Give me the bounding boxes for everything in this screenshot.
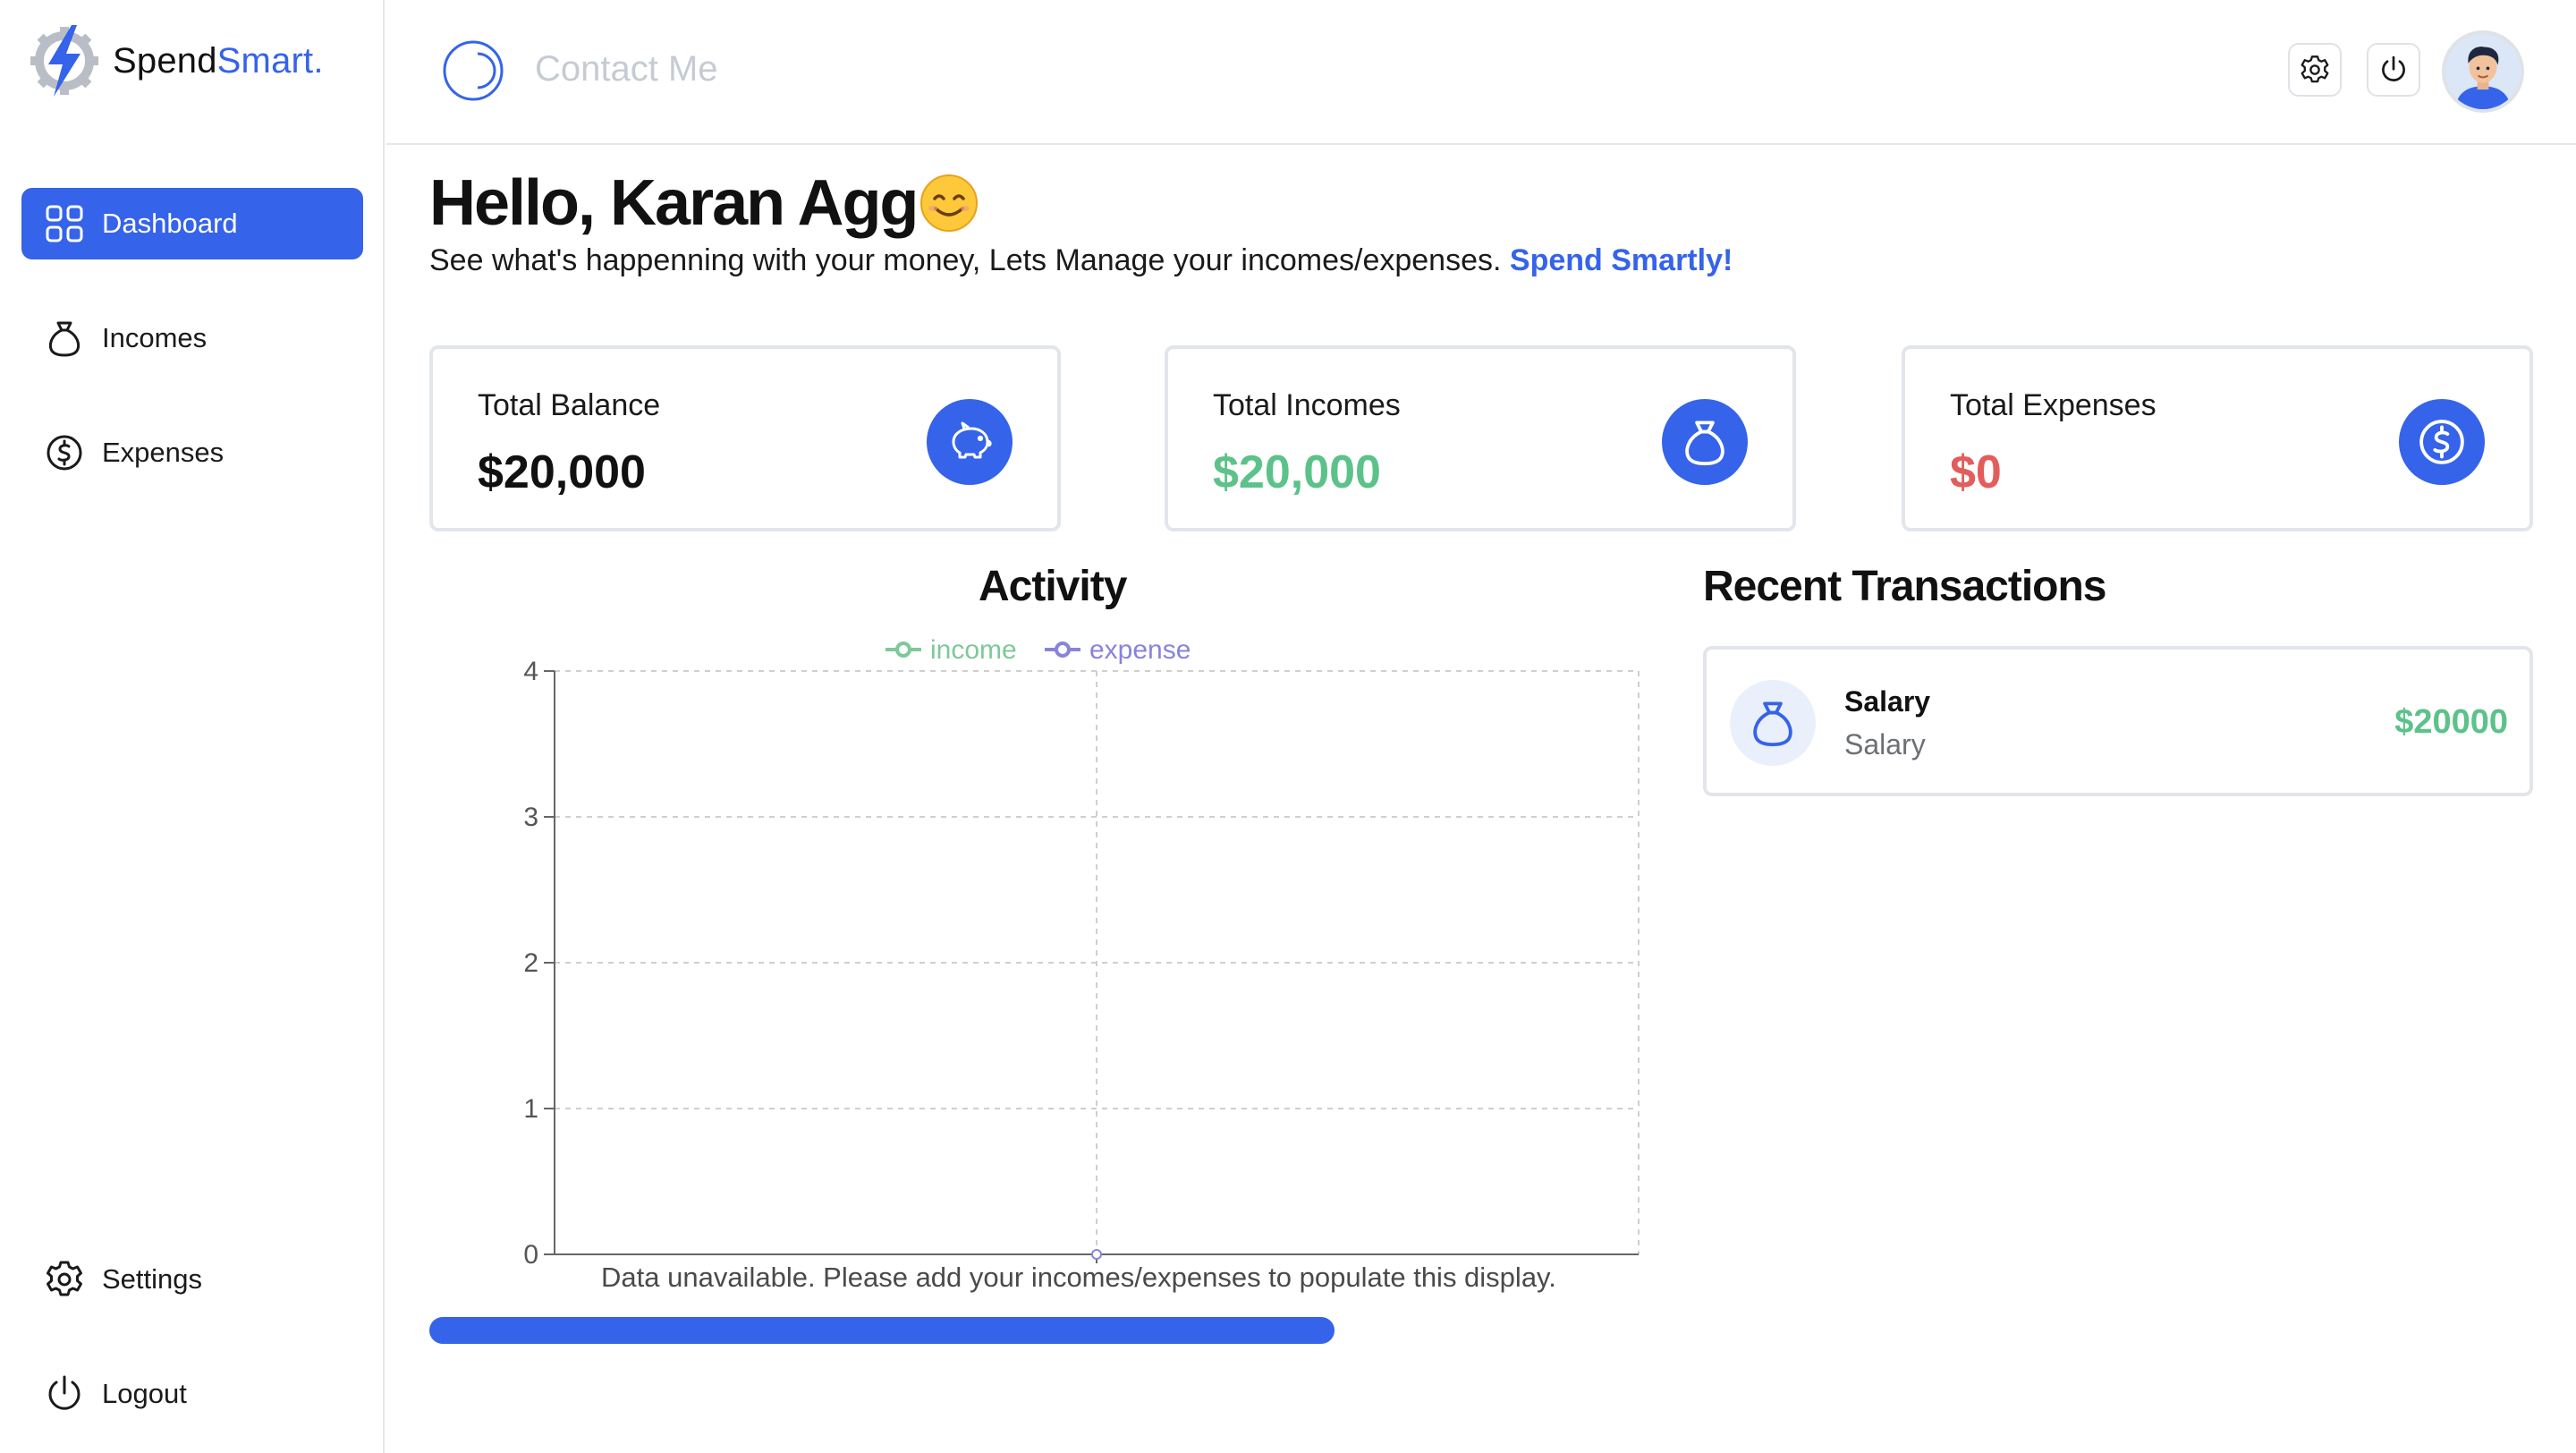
y-tick-label: 0 bbox=[523, 1240, 538, 1270]
legend-label: expense bbox=[1089, 635, 1191, 665]
dollar-circle-icon bbox=[2419, 420, 2464, 464]
sidebar-item-label: Expenses bbox=[102, 437, 225, 468]
gear-icon bbox=[47, 1261, 82, 1296]
y-tick-label: 4 bbox=[523, 657, 538, 686]
logo-icon bbox=[30, 25, 98, 97]
piggy-bank-icon bbox=[952, 421, 992, 459]
money-bag-icon bbox=[1753, 701, 1792, 747]
power-icon bbox=[2382, 55, 2405, 81]
logout-button[interactable] bbox=[2367, 43, 2420, 97]
sidebar-item-expenses[interactable]: Expenses bbox=[21, 417, 363, 489]
sidebar: SpendSmart. Dashboard Incomes Expenses S… bbox=[0, 0, 385, 1453]
gear-icon bbox=[2301, 55, 2329, 83]
page-title: Hello, Karan Agg bbox=[429, 166, 979, 240]
top-header: Contact Me bbox=[386, 0, 2576, 145]
activity-title: Activity bbox=[979, 563, 1127, 610]
power-icon bbox=[48, 1375, 80, 1410]
avatar-illustration bbox=[2445, 34, 2521, 109]
sidebar-item-logout[interactable]: Logout bbox=[21, 1358, 363, 1430]
total-expenses-card: Total Expenses $0 bbox=[1902, 345, 2533, 531]
transaction-amount: $20000 bbox=[2394, 703, 2508, 741]
transaction-name: Salary bbox=[1844, 685, 1931, 718]
total-balance-card: Total Balance $20,000 bbox=[429, 345, 1061, 531]
contact-icon bbox=[443, 40, 504, 101]
empty-chart-message: Data unavailable. Please add your income… bbox=[601, 1262, 1556, 1293]
legend-label: income bbox=[930, 635, 1017, 665]
sidebar-item-incomes[interactable]: Incomes bbox=[21, 302, 363, 374]
y-tick-label: 2 bbox=[523, 948, 538, 978]
money-bag-icon bbox=[1685, 421, 1724, 466]
empty-data-point bbox=[1091, 1249, 1102, 1260]
activity-chart: 0 1 2 3 4 income expense bbox=[523, 635, 1640, 1270]
contact-me-link[interactable]: Contact Me bbox=[535, 49, 718, 89]
card-value: $20,000 bbox=[478, 446, 646, 498]
card-title: Total Expenses bbox=[1950, 388, 2157, 422]
settings-button[interactable] bbox=[2288, 43, 2342, 97]
card-title: Total Balance bbox=[478, 388, 661, 422]
card-icon-circle bbox=[2399, 399, 2485, 485]
dollar-circle-icon bbox=[47, 435, 82, 471]
legend-swatch-dot bbox=[1055, 642, 1071, 658]
user-avatar[interactable] bbox=[2442, 30, 2524, 113]
card-icon-circle bbox=[1662, 399, 1748, 485]
brand-name: SpendSmart. bbox=[113, 40, 324, 81]
grid-icon bbox=[46, 205, 83, 242]
sidebar-item-label: Settings bbox=[102, 1263, 203, 1295]
sidebar-item-label: Logout bbox=[102, 1378, 187, 1409]
greeting-text: Hello, Karan Agg bbox=[429, 167, 919, 239]
sidebar-item-settings[interactable]: Settings bbox=[21, 1244, 363, 1315]
page-subtitle: See what's happenning with your money, L… bbox=[429, 243, 1733, 277]
y-tick-label: 1 bbox=[523, 1094, 538, 1124]
transaction-category: Salary bbox=[1844, 728, 1926, 760]
recent-transactions-title: Recent Transactions bbox=[1703, 563, 2106, 610]
smiley-emoji-icon bbox=[920, 174, 979, 232]
sidebar-item-label: Dashboard bbox=[102, 208, 238, 239]
sidebar-item-label: Incomes bbox=[102, 322, 208, 353]
card-value: $0 bbox=[1950, 446, 2002, 498]
card-icon-circle bbox=[927, 399, 1013, 485]
total-incomes-card: Total Incomes $20,000 bbox=[1165, 345, 1796, 531]
legend-swatch-dot bbox=[895, 642, 911, 658]
spend-smartly-text: Spend Smartly! bbox=[1509, 243, 1733, 277]
card-title: Total Incomes bbox=[1213, 388, 1401, 422]
logo[interactable]: SpendSmart. bbox=[27, 23, 324, 98]
card-value: $20,000 bbox=[1213, 446, 1381, 498]
y-tick-label: 3 bbox=[523, 803, 538, 832]
transaction-item[interactable]: Salary Salary $20000 bbox=[1703, 646, 2533, 796]
sidebar-item-dashboard[interactable]: Dashboard bbox=[21, 188, 363, 259]
progress-bar bbox=[429, 1317, 1335, 1344]
transaction-icon-circle bbox=[1730, 680, 1816, 766]
money-bag-icon bbox=[48, 321, 80, 357]
